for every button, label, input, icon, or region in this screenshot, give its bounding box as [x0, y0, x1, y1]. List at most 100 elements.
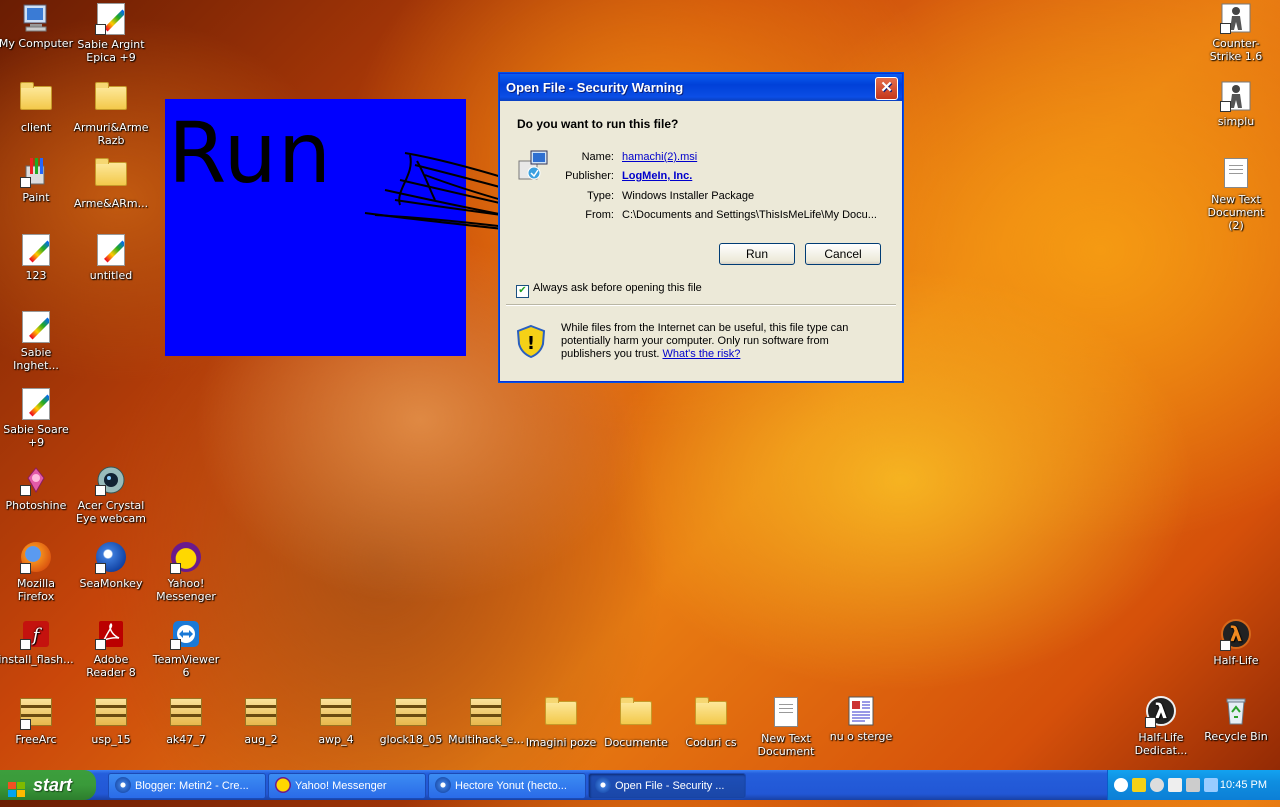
run-button[interactable]: Run	[719, 243, 795, 265]
svg-text:!: !	[527, 333, 535, 354]
file-name-link[interactable]: hamachi(2).msi	[622, 151, 697, 163]
desktop-icon-ak47[interactable]: ak47_7	[148, 695, 224, 746]
desktop-icon-awp4[interactable]: awp_4	[298, 695, 374, 746]
desktop-icon-label: Armuri&Arme Razb	[73, 121, 149, 147]
clock: 10:45 PM	[1219, 779, 1267, 791]
desktop-icon-firefox[interactable]: Mozilla Firefox	[0, 541, 74, 603]
archive-icon	[395, 698, 427, 730]
from-row: From: C:\Documents and Settings\ThisIsMeL…	[550, 209, 890, 221]
desktop-icon-label: Sabie Inghet...	[13, 346, 59, 372]
desktop-icon-label: usp_15	[91, 733, 131, 746]
desktop-icon-label: Yahoo! Messenger	[156, 577, 216, 603]
recycle-bin-icon	[1220, 695, 1252, 727]
desktop-icon-untitled[interactable]: untitled	[73, 233, 149, 282]
desktop-icon-nu-o-sterge[interactable]: nu o sterge	[823, 695, 899, 743]
photoshine-icon	[20, 464, 52, 496]
archive-icon	[20, 698, 52, 730]
network-monitor-icon[interactable]	[1186, 778, 1200, 792]
desktop-icon-aug2[interactable]: aug_2	[223, 695, 299, 746]
checkbox-check-icon[interactable]: ✔	[516, 285, 529, 298]
installer-package-icon	[517, 149, 549, 181]
overlay-run-text: Run	[168, 104, 333, 202]
desktop-icon-half-life[interactable]: λ Half-Life	[1198, 618, 1274, 667]
desktop-icon-123[interactable]: 123	[0, 233, 74, 282]
show-hidden-icons-icon[interactable]	[1114, 778, 1128, 792]
paint-image-icon	[20, 311, 52, 343]
desktop-icon-yahoo[interactable]: Yahoo! Messenger	[148, 541, 224, 603]
desktop-icon-label: Adobe Reader 8	[86, 653, 136, 679]
text-document-icon	[770, 697, 802, 729]
dialog-question: Do you want to run this file?	[517, 117, 679, 131]
desktop-icon-label: Recycle Bin	[1204, 730, 1268, 743]
desktop-icon-my-computer[interactable]: My Computer	[0, 2, 74, 50]
desktop-icon-usp15[interactable]: usp_15	[73, 695, 149, 746]
archive-icon	[245, 698, 277, 730]
desktop-icon-recycle-bin[interactable]: Recycle Bin	[1198, 695, 1274, 743]
desktop-icon-teamviewer[interactable]: TeamViewer 6	[148, 618, 224, 679]
paint-image-icon	[20, 388, 52, 420]
desktop-icon-label: Imagini poze	[525, 736, 597, 749]
desktop-icon-half-life-dedicated[interactable]: λ Half-Life Dedicat...	[1123, 695, 1199, 757]
flash-icon: f	[20, 618, 52, 650]
type-key: Type:	[587, 190, 614, 202]
desktop-icon-paint[interactable]: Paint	[0, 156, 74, 204]
dialog-title-bar[interactable]: Open File - Security Warning ✕	[500, 74, 902, 101]
desktop-icon-sabie-argint[interactable]: Sabie Argint Epica +9	[73, 2, 149, 64]
counter-strike-icon	[1220, 80, 1252, 112]
folder-icon	[95, 82, 127, 118]
desktop-icon-label: awp_4	[318, 733, 354, 746]
close-icon: ✕	[880, 79, 893, 96]
desktop-icon-counter-strike[interactable]: Counter-Strike 1.6	[1198, 2, 1274, 63]
archive-icon	[320, 698, 352, 730]
desktop-icon-new-text-doc[interactable]: New Text Document	[748, 695, 824, 758]
desktop-icon-arme-arm[interactable]: Arme&ARm...	[73, 156, 149, 210]
taskbar-item-hectore[interactable]: Hectore Yonut (hecto...	[428, 773, 586, 799]
desktop-icon-sabie-soare[interactable]: Sabie Soare +9	[0, 387, 74, 449]
computer-icon	[20, 2, 52, 34]
always-ask-checkbox[interactable]: ✔ Always ask before opening this file	[516, 282, 702, 298]
folder-icon	[20, 82, 52, 118]
cancel-button[interactable]: Cancel	[805, 243, 881, 265]
desktop-icon-glock18[interactable]: glock18_05	[373, 695, 449, 746]
desktop-icon-photoshine[interactable]: Photoshine	[0, 464, 74, 512]
seamonkey-icon	[95, 542, 127, 574]
checkbox-label: Always ask before opening this file	[533, 282, 702, 294]
desktop-icon-simplu[interactable]: simplu	[1198, 80, 1274, 128]
desktop-icon-documente[interactable]: Documente	[598, 695, 674, 749]
desktop-icon-label: ak47_7	[166, 733, 206, 746]
desktop-icon-multihack[interactable]: Multihack_e...	[448, 695, 524, 746]
seamonkey-icon	[115, 777, 131, 793]
volume-icon[interactable]	[1168, 778, 1182, 792]
whats-the-risk-link[interactable]: What's the risk?	[663, 348, 741, 360]
taskbar-item-blogger[interactable]: Blogger: Metin2 - Cre...	[108, 773, 266, 799]
desktop-icon-new-text-doc-2[interactable]: New Text Document (2)	[1198, 156, 1274, 232]
text-document-icon	[1220, 158, 1252, 190]
dialog-title: Open File - Security Warning	[506, 80, 684, 95]
desktop-icon-adobe-reader[interactable]: Adobe Reader 8	[73, 618, 149, 679]
desktop-icon-coduri-cs[interactable]: Coduri cs	[673, 695, 749, 749]
desktop-icon-freearc[interactable]: FreeArc	[0, 695, 74, 746]
warning-shield-icon: !	[516, 324, 546, 359]
counter-strike-icon	[1220, 2, 1252, 34]
close-button[interactable]: ✕	[875, 77, 898, 100]
taskbar-item-open-file[interactable]: Open File - Security ...	[588, 773, 746, 799]
desktop-icon-imagini-poze[interactable]: Imagini poze	[523, 695, 599, 749]
adobe-reader-icon	[95, 618, 127, 650]
desktop-icon-seamonkey[interactable]: SeaMonkey	[73, 541, 149, 590]
desktop-icon-install-flash[interactable]: f install_flash...	[0, 618, 74, 666]
display-icon[interactable]	[1204, 778, 1218, 792]
taskbar-item-yahoo[interactable]: Yahoo! Messenger	[268, 773, 426, 799]
desktop-icon-armuri[interactable]: Armuri&Arme Razb	[73, 80, 149, 147]
start-button[interactable]: start	[0, 770, 96, 800]
security-shield-icon[interactable]	[1132, 778, 1146, 792]
desktop-icon-acer-webcam[interactable]: Acer Crystal Eye webcam	[73, 464, 149, 525]
type-value: Windows Installer Package	[622, 190, 755, 202]
paint-image-icon	[20, 234, 52, 266]
desktop-icon-label: FreeArc	[15, 733, 57, 746]
network-icon[interactable]	[1150, 778, 1164, 792]
taskbar-item-label: Open File - Security ...	[615, 780, 725, 792]
desktop-icon-label: Arme&ARm...	[73, 197, 149, 210]
publisher-link[interactable]: LogMeIn, Inc.	[622, 170, 692, 182]
desktop-icon-client[interactable]: client	[0, 80, 74, 134]
desktop-icon-sabie-inghet[interactable]: Sabie Inghet...	[0, 310, 74, 372]
